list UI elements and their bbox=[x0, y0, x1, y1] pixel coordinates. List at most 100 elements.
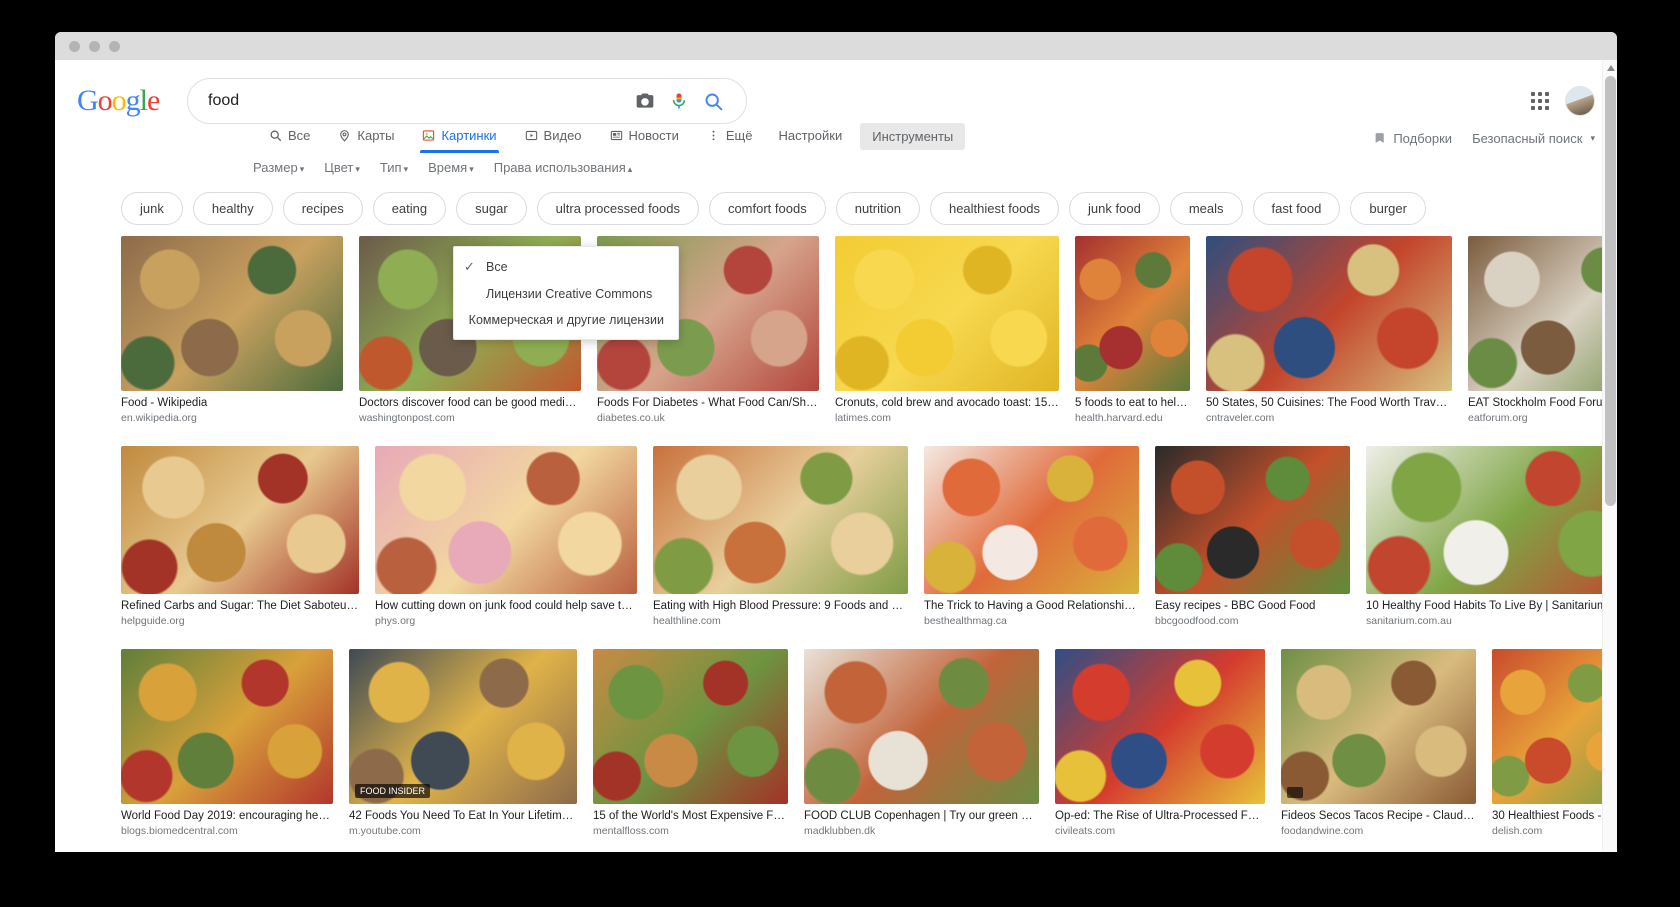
chip[interactable]: meals bbox=[1169, 191, 1243, 225]
result-thumbnail[interactable] bbox=[121, 649, 333, 804]
collections-button[interactable]: Подборки bbox=[1374, 131, 1452, 146]
result-thumbnail[interactable] bbox=[1366, 446, 1617, 594]
chip[interactable]: eating bbox=[372, 191, 447, 225]
image-result-card[interactable]: Food - Wikipedia en.wikipedia.org bbox=[121, 236, 343, 424]
chip[interactable]: fast food bbox=[1252, 191, 1341, 225]
scroll-up-arrow[interactable] bbox=[1603, 60, 1617, 75]
result-title[interactable]: Food - Wikipedia bbox=[121, 397, 343, 409]
result-thumbnail[interactable] bbox=[593, 649, 788, 804]
chip[interactable]: sugar bbox=[456, 191, 527, 225]
result-thumbnail[interactable] bbox=[1281, 649, 1476, 804]
tab-maps[interactable]: Карты bbox=[324, 124, 408, 153]
tab-all[interactable]: Все bbox=[255, 124, 324, 153]
filter-usage-rights[interactable]: Права использования ▴ bbox=[494, 160, 633, 175]
result-title[interactable]: Foods For Diabetes - What Food Can/Shoul… bbox=[597, 397, 819, 409]
image-result-card[interactable]: 10 Healthy Food Habits To Live By | Sani… bbox=[1366, 446, 1617, 627]
search-input[interactable] bbox=[208, 92, 628, 110]
result-thumbnail[interactable] bbox=[1492, 649, 1617, 804]
result-title[interactable]: FOOD CLUB Copenhagen | Try our green buf… bbox=[804, 810, 1039, 822]
image-result-card[interactable]: Refined Carbs and Sugar: The Diet Sabote… bbox=[121, 446, 359, 627]
result-title[interactable]: 50 States, 50 Cuisines: The Food Worth T… bbox=[1206, 397, 1452, 409]
dropdown-item-creative-commons[interactable]: Лицензии Creative Commons bbox=[454, 281, 678, 307]
filter-time[interactable]: Время ▾ bbox=[428, 160, 474, 175]
chip[interactable]: burger bbox=[1350, 191, 1426, 225]
chip[interactable]: junk bbox=[121, 191, 183, 225]
result-thumbnail[interactable] bbox=[375, 446, 637, 594]
image-result-card[interactable]: FOOD INSIDER 42 Foods You Need To Eat In … bbox=[349, 649, 577, 837]
result-title[interactable]: Fideos Secos Tacos Recipe - Claudette Z.… bbox=[1281, 810, 1476, 822]
result-title[interactable]: Eating with High Blood Pressure: 9 Foods… bbox=[653, 600, 908, 612]
tab-more[interactable]: Ещё bbox=[693, 124, 767, 153]
result-title[interactable]: How cutting down on junk food could help… bbox=[375, 600, 637, 612]
result-thumbnail[interactable] bbox=[1075, 236, 1190, 391]
window-minimize-button[interactable] bbox=[89, 40, 100, 52]
result-thumbnail[interactable] bbox=[1468, 236, 1617, 391]
search-submit-icon[interactable] bbox=[696, 91, 730, 112]
search-box[interactable] bbox=[187, 78, 747, 124]
tab-images[interactable]: Картинки bbox=[408, 124, 510, 153]
image-result-card[interactable]: Easy recipes - BBC Good Food bbcgoodfood.… bbox=[1155, 446, 1350, 627]
result-title[interactable]: 10 Healthy Food Habits To Live By | Sani… bbox=[1366, 600, 1617, 612]
google-logo[interactable]: Google bbox=[77, 84, 169, 118]
image-result-card[interactable]: 5 foods to eat to help y... health.harvar… bbox=[1075, 236, 1190, 424]
filter-color[interactable]: Цвет ▾ bbox=[324, 160, 360, 175]
camera-icon[interactable] bbox=[628, 91, 662, 111]
chip[interactable]: recipes bbox=[282, 191, 363, 225]
result-thumbnail[interactable] bbox=[1206, 236, 1452, 391]
result-thumbnail[interactable] bbox=[121, 446, 359, 594]
safesearch-button[interactable]: Безопасный поиск ▾ bbox=[1472, 131, 1595, 146]
result-title[interactable]: Refined Carbs and Sugar: The Diet Sabote… bbox=[121, 600, 359, 612]
result-thumbnail[interactable] bbox=[1055, 649, 1265, 804]
result-title[interactable]: EAT Stockholm Food Forum 2018 bbox=[1468, 397, 1617, 409]
result-thumbnail[interactable] bbox=[653, 446, 908, 594]
result-thumbnail[interactable] bbox=[924, 446, 1139, 594]
tab-video[interactable]: Видео bbox=[511, 124, 596, 153]
chip[interactable]: healthy bbox=[192, 191, 273, 225]
image-result-card[interactable]: Fideos Secos Tacos Recipe - Claudette Z.… bbox=[1281, 649, 1476, 837]
filter-type[interactable]: Тип ▾ bbox=[380, 160, 408, 175]
dropdown-item-commercial[interactable]: Коммерческая и другие лицензии bbox=[454, 307, 678, 333]
tools-button[interactable]: Инструменты bbox=[860, 122, 966, 150]
result-title[interactable]: The Trick to Having a Good Relationship … bbox=[924, 600, 1139, 612]
result-thumbnail[interactable] bbox=[1155, 446, 1350, 594]
result-title[interactable]: 42 Foods You Need To Eat In Your Lifetim… bbox=[349, 810, 577, 822]
image-result-card[interactable]: 50 States, 50 Cuisines: The Food Worth T… bbox=[1206, 236, 1452, 424]
window-maximize-button[interactable] bbox=[109, 40, 120, 52]
result-title[interactable]: 15 of the World's Most Expensive Foods |… bbox=[593, 810, 788, 822]
window-close-button[interactable] bbox=[69, 40, 80, 52]
usage-rights-dropdown[interactable]: ✓ Все Лицензии Creative Commons Коммерче… bbox=[453, 246, 679, 340]
avatar[interactable] bbox=[1565, 86, 1595, 116]
filter-size[interactable]: Размер ▾ bbox=[253, 160, 304, 175]
chip[interactable]: nutrition bbox=[835, 191, 920, 225]
result-thumbnail[interactable] bbox=[835, 236, 1059, 391]
scrollbar-thumb[interactable] bbox=[1605, 76, 1616, 506]
chip[interactable]: healthiest foods bbox=[929, 191, 1060, 225]
settings-button[interactable]: Настройки bbox=[766, 124, 854, 153]
apps-grid-icon[interactable] bbox=[1531, 92, 1549, 110]
chip[interactable]: comfort foods bbox=[708, 191, 826, 225]
image-result-card[interactable]: How cutting down on junk food could help… bbox=[375, 446, 637, 627]
result-thumbnail[interactable]: FOOD INSIDER bbox=[349, 649, 577, 804]
chip[interactable]: ultra processed foods bbox=[536, 191, 699, 225]
result-thumbnail[interactable] bbox=[121, 236, 343, 391]
result-title[interactable]: Cronuts, cold brew and avocado toast: 15… bbox=[835, 397, 1059, 409]
microphone-icon[interactable] bbox=[662, 89, 696, 113]
chip[interactable]: junk food bbox=[1069, 191, 1160, 225]
image-result-card[interactable]: Eating with High Blood Pressure: 9 Foods… bbox=[653, 446, 908, 627]
image-result-card[interactable]: World Food Day 2019: encouraging healthy… bbox=[121, 649, 333, 837]
image-result-card[interactable]: The Trick to Having a Good Relationship … bbox=[924, 446, 1139, 627]
image-result-card[interactable]: Op-ed: The Rise of Ultra-Processed Foods… bbox=[1055, 649, 1265, 837]
result-title[interactable]: 5 foods to eat to help y... bbox=[1075, 397, 1190, 409]
tab-news[interactable]: Новости bbox=[596, 124, 693, 153]
image-result-card[interactable]: 30 Healthiest Foods - Best... delish.com bbox=[1492, 649, 1617, 837]
image-result-card[interactable]: EAT Stockholm Food Forum 2018 eatforum.or… bbox=[1468, 236, 1617, 424]
dropdown-item-all[interactable]: ✓ Все bbox=[454, 253, 678, 281]
result-thumbnail[interactable] bbox=[804, 649, 1039, 804]
result-title[interactable]: Easy recipes - BBC Good Food bbox=[1155, 600, 1350, 612]
result-title[interactable]: Doctors discover food can be good medici… bbox=[359, 397, 581, 409]
image-result-card[interactable]: Cronuts, cold brew and avocado toast: 15… bbox=[835, 236, 1059, 424]
image-result-card[interactable]: 15 of the World's Most Expensive Foods |… bbox=[593, 649, 788, 837]
result-title[interactable]: World Food Day 2019: encouraging healthy… bbox=[121, 810, 333, 822]
image-result-card[interactable]: FOOD CLUB Copenhagen | Try our green buf… bbox=[804, 649, 1039, 837]
vertical-scrollbar[interactable] bbox=[1602, 60, 1617, 852]
